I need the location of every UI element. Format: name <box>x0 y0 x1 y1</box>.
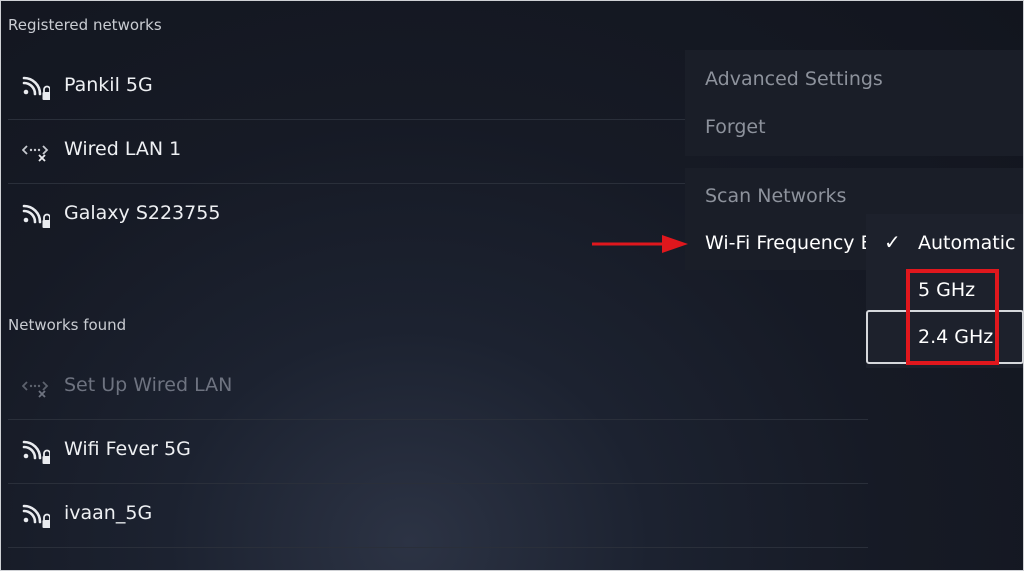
network-name: Galaxy S223755 <box>64 202 221 224</box>
network-name: Pankil 5G <box>64 74 153 96</box>
wired-disconnected-icon <box>22 381 49 398</box>
network-row-ivaan-5g[interactable]: ivaan_5G <box>8 484 868 548</box>
network-name: Set Up Wired LAN <box>64 374 233 396</box>
menu-item-forget[interactable]: Forget <box>705 116 766 138</box>
network-options-menu: Advanced Settings Forget <box>685 50 1024 156</box>
registered-networks-title: Registered networks <box>8 16 162 34</box>
menu-item-wifi-frequency-band[interactable]: Wi-Fi Frequency B <box>705 232 874 254</box>
wired-disconnected-icon <box>22 145 49 162</box>
network-row-set-up-wired-lan[interactable]: Set Up Wired LAN <box>8 356 868 420</box>
menu-item-scan-networks[interactable]: Scan Networks <box>705 185 846 207</box>
checkmark-icon: ✓ <box>884 230 901 254</box>
network-name: Wifi Fever 5G <box>64 438 191 460</box>
networks-found-title: Networks found <box>8 316 127 334</box>
annotation-highlight-box <box>906 269 999 365</box>
network-name: ivaan_5G <box>64 502 153 524</box>
wifi-lock-icon <box>22 204 50 228</box>
menu-item-advanced-settings[interactable]: Advanced Settings <box>705 68 883 90</box>
annotation-arrow-icon <box>592 235 688 253</box>
option-automatic[interactable]: Automatic <box>918 232 1015 254</box>
wifi-lock-icon <box>22 76 50 100</box>
network-row-wifi-fever-5g[interactable]: Wifi Fever 5G <box>8 420 868 484</box>
wifi-lock-icon <box>22 504 50 528</box>
wifi-lock-icon <box>22 440 50 464</box>
network-name: Wired LAN 1 <box>64 138 182 160</box>
